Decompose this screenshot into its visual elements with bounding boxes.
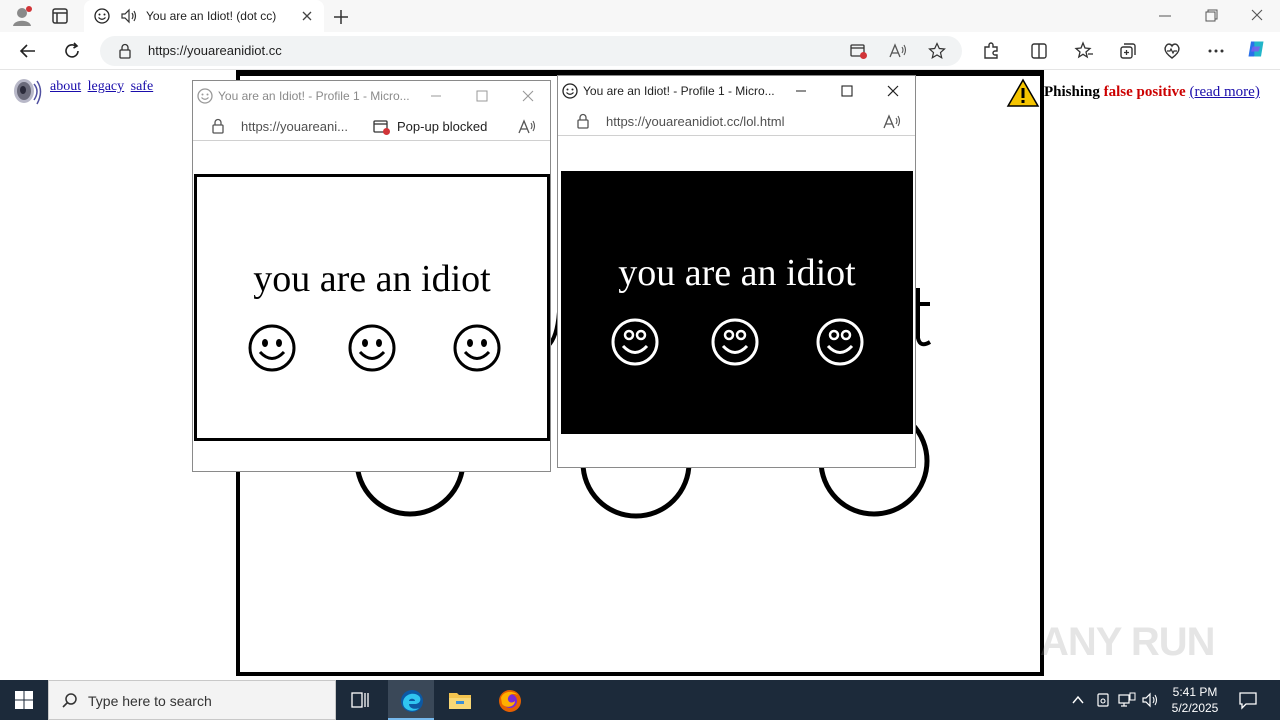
smiley-face-icon [816,318,864,366]
windows-taskbar: Type here to search 5:41 PM 5/2/2025 [0,680,1280,720]
popup-left-titlebar[interactable]: You are an Idiot! - Profile 1 - Micro... [193,81,550,111]
profile-avatar-button[interactable] [10,5,34,27]
browser-essentials-icon[interactable] [1162,41,1182,61]
profile-icon [13,6,32,26]
read-aloud-icon[interactable] [517,118,537,136]
popup-window-left[interactable]: You are an Idiot! - Profile 1 - Micro...… [192,80,551,472]
split-screen-icon[interactable] [1029,41,1049,61]
popup-right-addressbar[interactable]: https://youareanidiot.cc/lol.html [558,106,915,136]
search-icon [62,693,77,708]
smiley-favicon-icon [562,83,578,99]
popup-right-url[interactable]: https://youareanidiot.cc/lol.html [606,114,784,129]
smiley-face-icon [348,324,396,372]
extensions-icon[interactable] [981,41,1001,61]
clock-date: 5/2/2025 [1171,701,1219,715]
about-link[interactable]: about [50,79,81,94]
minimize-icon[interactable] [429,89,443,103]
popup-left-url[interactable]: https://youareani... [241,119,348,134]
safe-link[interactable]: safe [131,79,154,94]
smiley-face-icon [611,318,659,366]
tab-bar: You are an Idiot! (dot cc) [0,0,1280,32]
popup-blocked-label[interactable]: Pop-up blocked [397,119,487,134]
legacy-link[interactable]: legacy [88,79,125,94]
taskbar-firefox-button[interactable] [486,680,532,720]
popup-blocked-icon[interactable] [850,42,868,60]
clock-time: 5:41 PM [1172,685,1218,699]
close-window-icon[interactable] [1246,6,1268,26]
refresh-icon[interactable] [62,41,82,61]
popup-right-idiot-panel: you are an idiot [561,171,913,434]
taskbar-search-box[interactable]: Type here to search [48,680,336,720]
watermark-text: ANY RUN [1040,620,1216,664]
popup-window-right[interactable]: You are an Idiot! - Profile 1 - Micro...… [557,75,916,468]
tab-audio-icon[interactable] [120,8,138,24]
favorite-star-icon[interactable] [928,42,946,60]
popup-blocked-icon[interactable] [373,118,391,136]
address-url[interactable]: https://youareanidiot.cc [148,43,282,58]
favorites-icon[interactable] [1074,41,1094,61]
network-icon[interactable] [1118,692,1136,708]
minimize-window-icon[interactable] [1154,6,1176,26]
task-view-button[interactable] [337,680,383,720]
nav-links: about legacy safe [50,79,156,95]
phishing-text: Phishing false positive (read more) [1044,84,1260,101]
popup-right-titlebar[interactable]: You are an Idiot! - Profile 1 - Micro... [558,76,915,106]
smiley-face-icon [711,318,759,366]
windows-start-icon[interactable] [14,690,34,710]
smiley-face-icon [453,324,501,372]
popup-right-idiot-text: you are an idiot [618,252,856,294]
device-icon[interactable] [1095,692,1111,708]
file-explorer-icon [449,693,471,709]
close-icon[interactable] [521,89,535,103]
close-tab-icon[interactable] [300,9,314,23]
close-icon[interactable] [886,84,900,98]
popup-left-addressbar[interactable]: https://youareani... Pop-up blocked [193,111,550,141]
smiley-favicon-icon [197,88,213,104]
phishing-label: Phishing [1044,84,1100,100]
taskbar-edge-button[interactable] [388,680,434,720]
tab-actions-icon [52,8,68,24]
copilot-icon[interactable] [1246,39,1266,59]
lock-icon[interactable] [211,118,225,134]
back-arrow-icon[interactable] [18,41,38,61]
popup-left-title: You are an Idiot! - Profile 1 - Micro... [218,89,410,103]
notification-center-icon[interactable] [1238,690,1258,710]
speaker-icon[interactable] [10,76,44,110]
edge-browser-icon [401,690,423,712]
popup-left-idiot-panel: you are an idiot [194,174,550,441]
popup-left-idiot-text: you are an idiot [253,258,491,300]
firefox-icon [499,690,521,712]
warning-triangle-icon [1006,78,1040,107]
show-hidden-icons-chevron-icon[interactable] [1070,692,1086,708]
taskbar-file-explorer-button[interactable] [436,680,482,720]
browser-toolbar: https://youareanidiot.cc [0,32,1280,70]
volume-icon[interactable] [1142,692,1160,708]
smiley-favicon-icon [94,8,110,24]
more-options-icon[interactable] [1206,41,1226,61]
tab-actions-button[interactable] [50,6,70,26]
read-aloud-icon[interactable] [888,42,908,60]
maximize-icon[interactable] [840,84,854,98]
read-more-link[interactable]: (read more) [1189,84,1259,100]
lock-icon[interactable] [118,43,132,59]
restore-window-icon[interactable] [1200,6,1222,26]
popup-right-title: You are an Idiot! - Profile 1 - Micro... [583,84,775,98]
lock-icon[interactable] [576,113,590,129]
collections-icon[interactable] [1118,41,1138,61]
false-positive-label: false positive [1103,84,1186,100]
tab-title: You are an Idiot! (dot cc) [146,9,277,23]
maximize-icon[interactable] [475,89,489,103]
task-view-icon [351,692,369,708]
search-placeholder: Type here to search [88,693,212,709]
new-tab-icon[interactable] [330,6,352,28]
smiley-face-icon [248,324,296,372]
taskbar-clock[interactable]: 5:41 PM 5/2/2025 [1164,684,1226,716]
read-aloud-icon[interactable] [882,113,902,131]
address-bar[interactable]: https://youareanidiot.cc [100,36,962,66]
browser-tab-active[interactable]: You are an Idiot! (dot cc) [84,0,324,32]
minimize-icon[interactable] [794,84,808,98]
